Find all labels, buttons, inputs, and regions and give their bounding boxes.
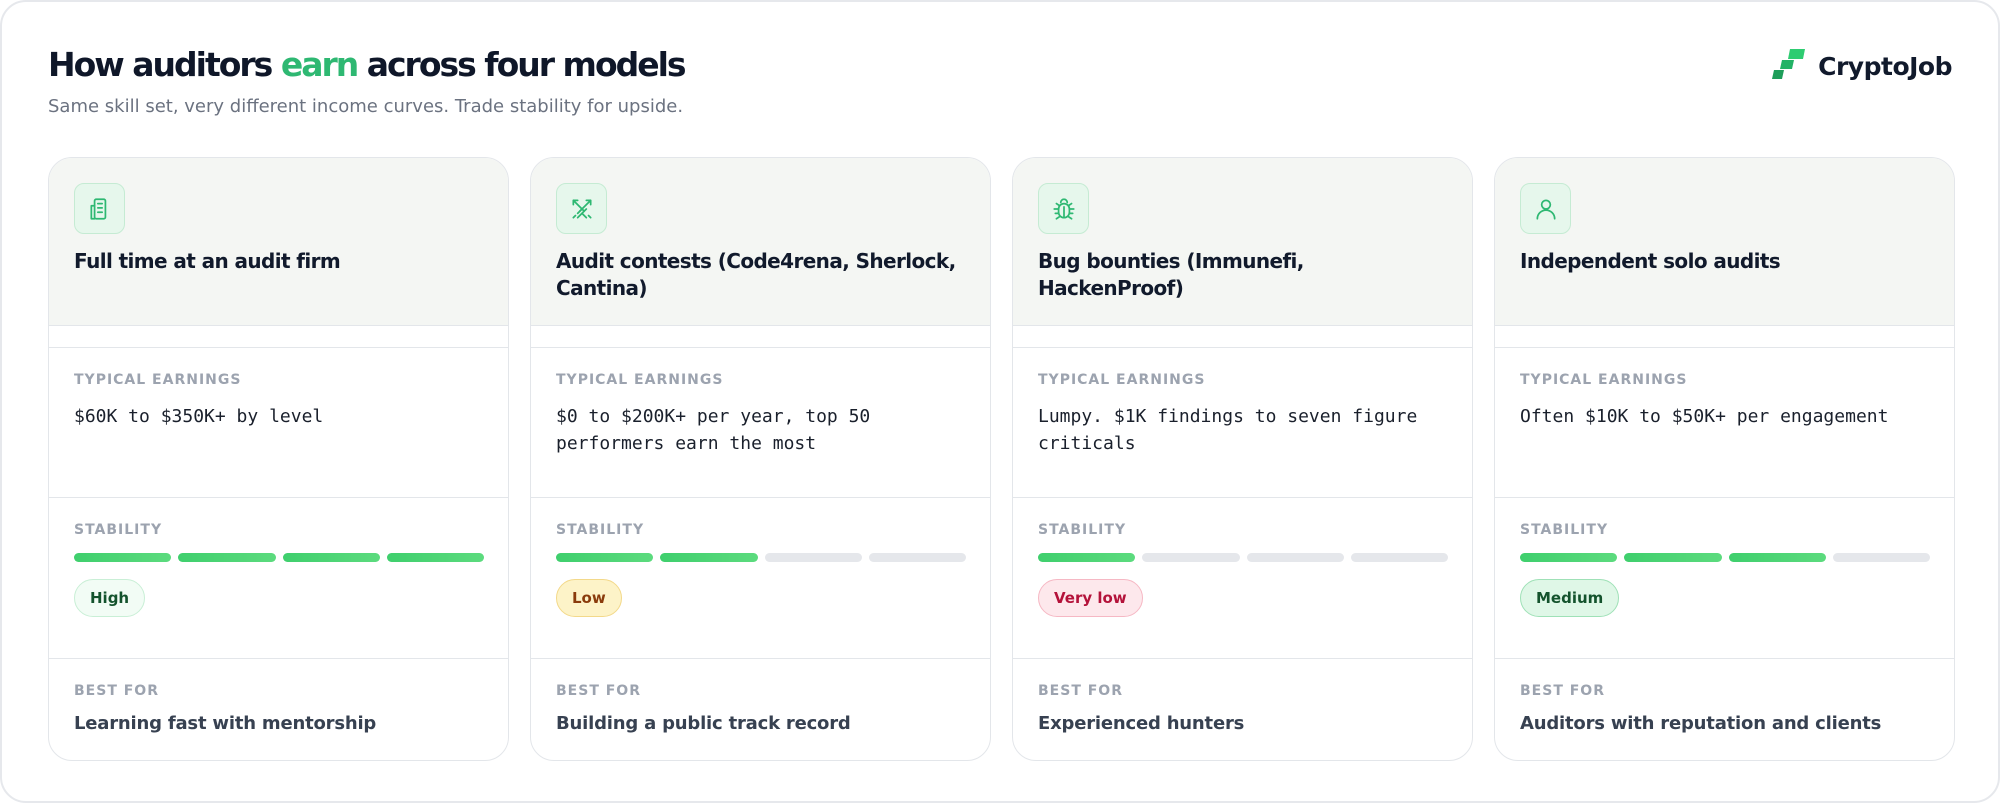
card-title: Audit contests (Code4rena, Sherlock, Can… bbox=[556, 249, 956, 300]
infographic-frame: How auditors earn across four models Sam… bbox=[0, 0, 2000, 803]
stability-segment-filled bbox=[660, 553, 758, 562]
stability-segment-filled bbox=[1624, 553, 1722, 562]
stability-label: STABILITY bbox=[1038, 522, 1127, 538]
title-part-1: How auditors bbox=[48, 45, 281, 84]
model-card-bug-bounties: Bug bounties (Immunefi, HackenProof) TYP… bbox=[1012, 157, 1473, 761]
crossed-swords-icon bbox=[556, 183, 607, 234]
building-icon bbox=[74, 183, 125, 234]
card-title: Full time at an audit firm bbox=[74, 249, 341, 273]
best-for-value: Auditors with reputation and clients bbox=[1520, 713, 1882, 734]
model-cards: Full time at an audit firm TYPICAL EARNI… bbox=[48, 157, 1956, 761]
stability-label: STABILITY bbox=[74, 522, 163, 538]
cryptojob-logo-icon bbox=[1772, 48, 1806, 85]
page-title: How auditors earn across four models bbox=[48, 42, 1952, 88]
earnings-section: TYPICAL EARNINGS $60K to $350K+ by level bbox=[49, 347, 508, 497]
best-for-label: BEST FOR bbox=[1520, 683, 1605, 699]
card-header: Audit contests (Code4rena, Sherlock, Can… bbox=[531, 158, 990, 326]
stability-segment-filled bbox=[556, 553, 654, 562]
model-card-audit-contests: Audit contests (Code4rena, Sherlock, Can… bbox=[530, 157, 991, 761]
card-header: Full time at an audit firm bbox=[49, 158, 508, 326]
stability-meter bbox=[74, 553, 484, 562]
best-for-section: BEST FOR Building a public track record bbox=[531, 658, 990, 760]
model-card-solo-audits: Independent solo audits TYPICAL EARNINGS… bbox=[1494, 157, 1955, 761]
stability-section: STABILITY High bbox=[49, 497, 508, 658]
bug-icon bbox=[1038, 183, 1089, 234]
best-for-label: BEST FOR bbox=[556, 683, 641, 699]
card-header: Bug bounties (Immunefi, HackenProof) bbox=[1013, 158, 1472, 326]
stability-segment-filled bbox=[74, 553, 172, 562]
stability-segment-filled bbox=[1520, 553, 1618, 562]
earnings-label: TYPICAL EARNINGS bbox=[74, 372, 242, 388]
stability-section: STABILITY Medium bbox=[1495, 497, 1954, 658]
stability-label: STABILITY bbox=[1520, 522, 1609, 538]
card-title: Independent solo audits bbox=[1520, 249, 1781, 273]
stability-label: STABILITY bbox=[556, 522, 645, 538]
earnings-value: $0 to $200K+ per year, top 50 performers… bbox=[556, 406, 871, 454]
earnings-label: TYPICAL EARNINGS bbox=[1520, 372, 1688, 388]
earnings-label: TYPICAL EARNINGS bbox=[556, 372, 724, 388]
stability-segment-empty bbox=[868, 553, 966, 562]
stability-meter bbox=[556, 553, 966, 562]
best-for-section: BEST FOR Learning fast with mentorship bbox=[49, 658, 508, 760]
stability-badge: Very low bbox=[1038, 579, 1143, 617]
stability-segment-filled bbox=[386, 553, 484, 562]
stability-segment-filled bbox=[178, 553, 276, 562]
best-for-label: BEST FOR bbox=[74, 683, 159, 699]
brand-name: CryptoJob bbox=[1818, 51, 1952, 81]
card-header: Independent solo audits bbox=[1495, 158, 1954, 326]
stability-meter bbox=[1520, 553, 1930, 562]
best-for-section: BEST FOR Experienced hunters bbox=[1013, 658, 1472, 760]
stability-segment-filled bbox=[1038, 553, 1136, 562]
stability-segment-empty bbox=[1246, 553, 1344, 562]
best-for-value: Experienced hunters bbox=[1038, 713, 1245, 734]
stability-badge: Low bbox=[556, 579, 622, 617]
earnings-value: Lumpy. $1K findings to seven figure crit… bbox=[1038, 406, 1418, 454]
stability-segment-filled bbox=[1728, 553, 1826, 562]
earnings-section: TYPICAL EARNINGS Lumpy. $1K findings to … bbox=[1013, 347, 1472, 497]
best-for-section: BEST FOR Auditors with reputation and cl… bbox=[1495, 658, 1954, 760]
stability-section: STABILITY Very low bbox=[1013, 497, 1472, 658]
earnings-label: TYPICAL EARNINGS bbox=[1038, 372, 1206, 388]
header: How auditors earn across four models Sam… bbox=[48, 42, 1952, 122]
earnings-section: TYPICAL EARNINGS Often $10K to $50K+ per… bbox=[1495, 347, 1954, 497]
card-title: Bug bounties (Immunefi, HackenProof) bbox=[1038, 249, 1304, 300]
stability-badge: High bbox=[74, 579, 146, 617]
model-card-audit-firm: Full time at an audit firm TYPICAL EARNI… bbox=[48, 157, 509, 761]
best-for-value: Learning fast with mentorship bbox=[74, 713, 377, 734]
stability-segment-empty bbox=[1350, 553, 1448, 562]
stability-badge: Medium bbox=[1520, 579, 1620, 617]
stability-meter bbox=[1038, 553, 1448, 562]
earnings-section: TYPICAL EARNINGS $0 to $200K+ per year, … bbox=[531, 347, 990, 497]
title-accent-word: earn bbox=[280, 45, 359, 84]
best-for-value: Building a public track record bbox=[556, 713, 851, 734]
stability-segment-empty bbox=[764, 553, 862, 562]
user-icon bbox=[1520, 183, 1571, 234]
brand-logo[interactable]: CryptoJob bbox=[1772, 46, 1952, 86]
title-part-2: across four models bbox=[357, 45, 687, 84]
earnings-value: $60K to $350K+ by level bbox=[74, 406, 324, 427]
earnings-value: Often $10K to $50K+ per engagement bbox=[1520, 406, 1889, 427]
stability-segment-empty bbox=[1142, 553, 1240, 562]
best-for-label: BEST FOR bbox=[1038, 683, 1123, 699]
stability-segment-filled bbox=[282, 553, 380, 562]
stability-segment-empty bbox=[1832, 553, 1930, 562]
page-subtitle: Same skill set, very different income cu… bbox=[48, 96, 684, 117]
stability-section: STABILITY Low bbox=[531, 497, 990, 658]
